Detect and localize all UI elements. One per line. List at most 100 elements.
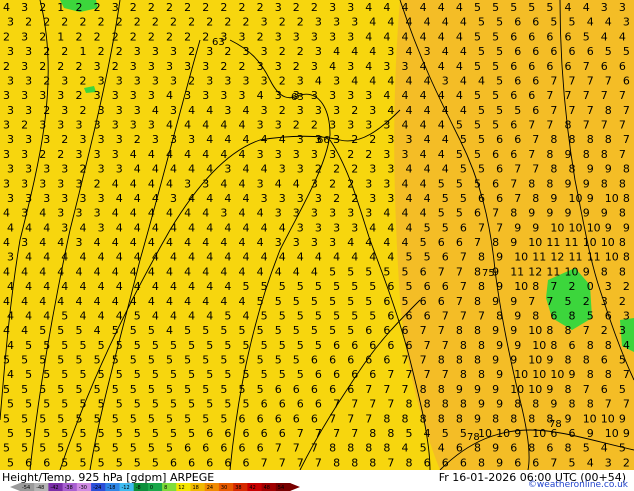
temperature-value: 4: [383, 1, 390, 14]
temperature-value: 4: [166, 265, 173, 278]
temperature-value: 5: [61, 368, 68, 381]
temperature-value: 2: [619, 295, 626, 308]
temperature-value: 3: [61, 104, 68, 117]
map-footer: Height/Temp. 925 hPa [gdpm] ARPEGE Fr 16…: [0, 470, 634, 491]
temperature-value: 3: [7, 45, 14, 58]
temperature-value: 8: [605, 104, 612, 117]
temperature-value: 3: [21, 177, 28, 190]
temperature-value: 2: [239, 1, 246, 14]
temperature-value: 2: [220, 60, 227, 73]
temperature-value: 5: [605, 45, 612, 58]
temperature-value: 3: [61, 221, 68, 234]
temperature-value: 2: [243, 16, 250, 29]
temperature-value: 4: [365, 30, 372, 43]
temperature-value: 4: [94, 295, 101, 308]
temperature-value: 4: [21, 265, 28, 278]
temperature-value: 5: [275, 324, 282, 337]
temperature-value: 5: [112, 442, 119, 455]
temperature-value: 2: [134, 133, 141, 146]
temperature-value: 4: [43, 309, 50, 322]
temperature-value: 4: [130, 177, 137, 190]
temperature-value: 2: [257, 30, 264, 43]
temperature-value: 3: [170, 192, 177, 205]
temperature-value: 7: [492, 207, 499, 220]
temperature-value: 4: [402, 207, 409, 220]
temperature-value: 4: [39, 207, 46, 220]
temperature-value: 5: [166, 383, 173, 396]
temperature-value: 6: [514, 456, 521, 469]
temperature-value: 5: [112, 412, 119, 425]
temperature-value: 3: [94, 207, 101, 220]
credit-link[interactable]: ©weatheronline.co.uk: [528, 480, 628, 490]
temperature-value: 8: [510, 207, 517, 220]
temperature-value: 3: [116, 163, 123, 176]
temperature-value: 3: [329, 1, 336, 14]
temperature-value: 3: [315, 192, 322, 205]
temperature-value: 5: [25, 398, 32, 411]
temperature-value: 9: [565, 412, 572, 425]
temperature-value: 4: [130, 207, 137, 220]
temperature-value: 3: [112, 89, 119, 102]
temperature-value: 3: [365, 119, 372, 132]
temperature-value: 4: [130, 148, 137, 161]
temperature-value: 4: [293, 177, 300, 190]
temperature-value: 5: [293, 324, 300, 337]
temperature-value: 3: [112, 1, 119, 14]
temperature-value: 3: [130, 89, 137, 102]
temperature-value: 8: [438, 383, 445, 396]
temperature-value: 2: [130, 1, 137, 14]
temperature-value: 5: [3, 412, 10, 425]
temperature-value: 9: [514, 427, 521, 440]
temperature-value: 6: [438, 236, 445, 249]
temperature-value: 3: [21, 1, 28, 14]
temperature-value: 6: [546, 442, 553, 455]
temperature-value: 4: [166, 324, 173, 337]
temperature-value: 2: [351, 163, 358, 176]
temperature-value: 3: [347, 60, 354, 73]
temperature-value: 7: [438, 324, 445, 337]
temperature-value: 5: [61, 427, 68, 440]
temperature-value: 7: [569, 74, 576, 87]
temperature-value: 1: [57, 1, 64, 14]
temperature-value: 6: [456, 442, 463, 455]
temperature-value: 5: [130, 442, 137, 455]
temperature-value: 7: [623, 368, 630, 381]
temperature-value: 3: [170, 133, 177, 146]
temperature-value: 6: [365, 354, 372, 367]
temperature-value: 3: [623, 309, 630, 322]
temperature-value: 3: [25, 133, 32, 146]
temperature-value: 4: [438, 1, 445, 14]
temperature-value: 3: [311, 148, 318, 161]
temperature-value: 9: [496, 339, 503, 352]
temperature-value: 4: [152, 221, 159, 234]
temperature-value: 6: [424, 309, 431, 322]
temperature-value: 4: [424, 133, 431, 146]
scale-tick-label: -30: [79, 485, 87, 491]
temperature-value: 3: [275, 207, 282, 220]
temperature-value: 6: [514, 74, 521, 87]
temperature-value: 4: [420, 148, 427, 161]
temperature-value: 3: [279, 163, 286, 176]
temperature-value: 4: [166, 177, 173, 190]
temperature-value: 4: [148, 236, 155, 249]
temperature-value: 8: [619, 265, 626, 278]
temperature-value: 2: [202, 1, 209, 14]
temperature-value: 3: [202, 89, 209, 102]
temperature-value: 4: [438, 148, 445, 161]
temperature-value: 3: [369, 104, 376, 117]
temperature-value: 5: [279, 280, 286, 293]
temperature-value: 7: [369, 398, 376, 411]
temperature-value: 7: [619, 89, 626, 102]
temperature-value: 3: [43, 163, 50, 176]
temperature-value: 2: [239, 60, 246, 73]
temperature-value: 9: [514, 309, 521, 322]
temperature-value: 3: [275, 89, 282, 102]
temperature-value: 3: [7, 104, 14, 117]
temperature-value: 4: [438, 60, 445, 73]
temperature-value: 5: [98, 456, 105, 469]
temperature-value: 4: [57, 295, 64, 308]
temperature-value: 7: [261, 456, 268, 469]
temperature-value: 4: [188, 280, 195, 293]
temperature-value: 5: [460, 192, 467, 205]
temperature-value: 4: [351, 45, 358, 58]
